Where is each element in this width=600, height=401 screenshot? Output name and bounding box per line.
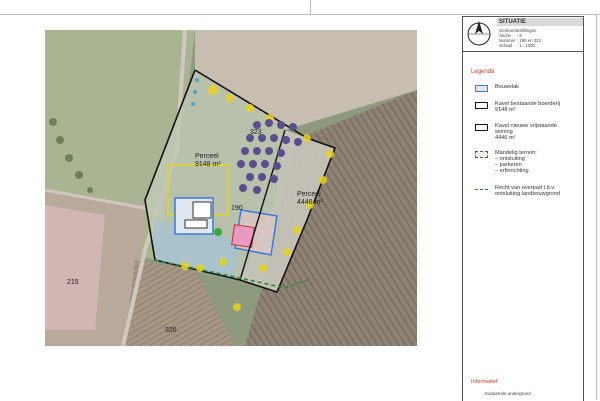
title-block: SITUATIE Gemeente: Millingen Sectie: 6 N… <box>463 17 583 52</box>
overpad-swatch <box>475 189 488 190</box>
meta-schaal: Schaal: 1 : 1000 <box>499 43 535 48</box>
label-perceel-woning: Perceel 4446 m² <box>297 191 323 206</box>
label-parcel-323: 323 <box>250 129 262 136</box>
bouwvlak-swatch <box>475 85 488 92</box>
sheet-right-line <box>596 14 597 400</box>
tree-icon <box>214 228 222 236</box>
legend-panel: SITUATIE Gemeente: Millingen Sectie: 6 N… <box>462 16 584 401</box>
kavel-boerderij-swatch <box>475 102 488 109</box>
kavel-woning-swatch <box>475 124 488 131</box>
north-arrow-icon <box>467 21 491 46</box>
sheet-title: SITUATIE <box>497 18 583 26</box>
farm-building-2 <box>184 219 208 229</box>
label-parcel-190: 190 <box>231 205 243 212</box>
map-canvas: Perceel 9148 m² Perceel 4446 m² 323 190 21… <box>45 30 417 346</box>
informatief-text: Kadastrale ondergrond <box>485 391 531 396</box>
informatief-heading: Informatief <box>471 379 498 385</box>
label-parcel-326: 326 <box>165 327 177 334</box>
farm-building <box>192 201 212 219</box>
label-perceel-boerderij: Perceel 9148 m² <box>195 153 221 168</box>
legend-heading: Legenda <box>471 69 495 75</box>
sheet-top-line <box>0 14 600 15</box>
field-pink <box>45 205 105 330</box>
mandelig-swatch <box>475 151 488 158</box>
aerial-map[interactable]: Perceel 9148 m² Perceel 4446 m² 323 190 21… <box>45 30 417 346</box>
label-parcel-215: 215 <box>67 279 79 286</box>
sheet-divider <box>310 0 311 14</box>
